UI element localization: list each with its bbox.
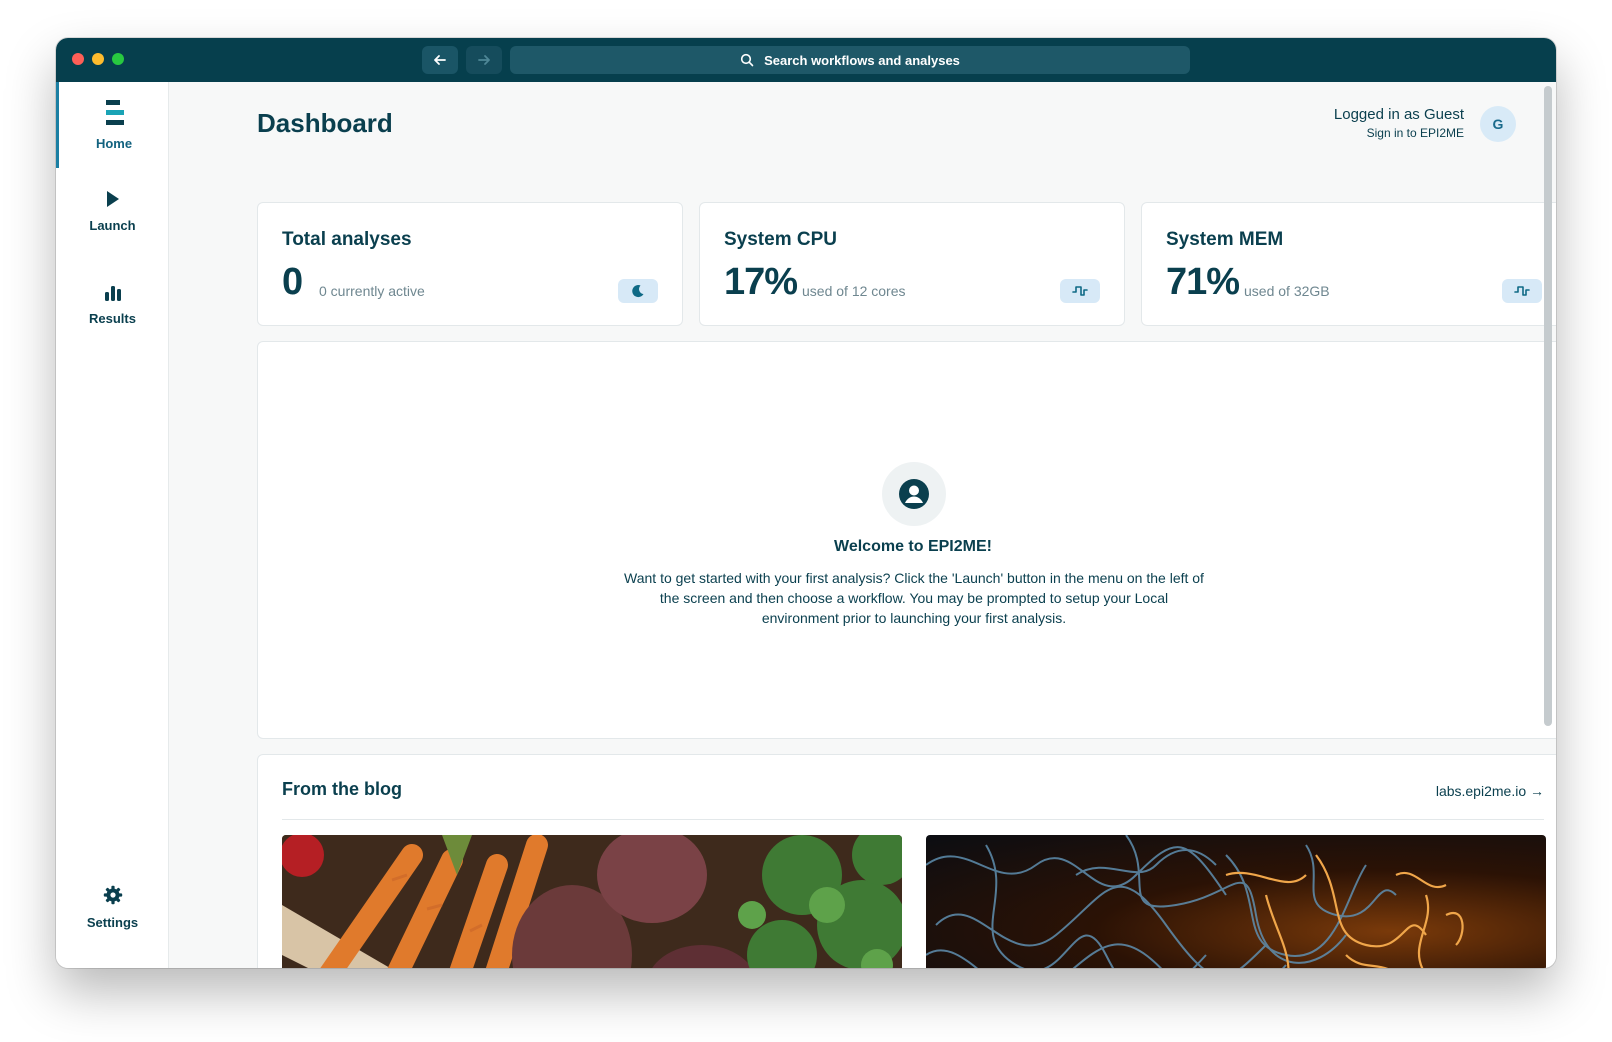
- stat-value: 71%: [1166, 261, 1240, 303]
- bar-chart-icon: [104, 285, 121, 301]
- blog-card: From the blog labs.epi2me.io →: [257, 754, 1556, 968]
- stat-card-total-analyses: Total analyses 0 0 currently active: [257, 202, 683, 326]
- pulse-icon: [1514, 286, 1530, 296]
- sidebar: Home Launch Results Settings: [56, 82, 169, 968]
- minimize-window-button[interactable]: [92, 53, 104, 65]
- back-button[interactable]: [422, 46, 458, 74]
- forward-button[interactable]: [466, 46, 502, 74]
- stat-title: Total analyses: [282, 229, 412, 250]
- blog-title: From the blog: [282, 779, 402, 799]
- maximize-window-button[interactable]: [112, 53, 124, 65]
- sidebar-item-label: Results: [89, 310, 136, 326]
- app-window: Search workflows and analyses Home Launc…: [56, 38, 1556, 968]
- user-info: Logged in as Guest Sign in to EPI2ME: [1334, 106, 1464, 140]
- welcome-icon-container: [882, 462, 946, 526]
- stat-value: 17%: [724, 261, 798, 303]
- sidebar-item-label: Launch: [89, 217, 136, 233]
- arrow-right-icon: [478, 55, 490, 65]
- welcome-title: Welcome to EPI2ME!: [834, 538, 992, 555]
- stat-subtext: used of 32GB: [1244, 283, 1330, 299]
- pulse-icon: [1072, 286, 1088, 296]
- blog-post-image-dna-strands[interactable]: [926, 835, 1546, 968]
- blog-post-image-vegetables[interactable]: [282, 835, 902, 968]
- sidebar-item-results[interactable]: Results: [56, 262, 169, 348]
- epi2me-logo-icon: [106, 99, 124, 125]
- divider: [282, 819, 1544, 820]
- stat-title: System MEM: [1166, 229, 1284, 250]
- sign-in-link[interactable]: Sign in to EPI2ME: [1334, 126, 1464, 140]
- moon-icon: [632, 285, 644, 298]
- stat-badge: [1502, 279, 1542, 303]
- user-circle-icon: [899, 479, 929, 509]
- avatar[interactable]: G: [1480, 106, 1516, 142]
- play-icon: [106, 190, 119, 207]
- search-placeholder: Search workflows and analyses: [764, 52, 960, 68]
- sidebar-item-label: Settings: [86, 914, 139, 930]
- page-title: Dashboard: [257, 108, 393, 138]
- arrow-left-icon: [434, 55, 446, 65]
- main-content: Dashboard Logged in as Guest Sign in to …: [169, 82, 1556, 968]
- vertical-scrollbar[interactable]: [1544, 86, 1552, 726]
- sidebar-item-home[interactable]: Home: [56, 82, 169, 168]
- search-icon: [740, 53, 754, 67]
- welcome-text: Want to get started with your first anal…: [624, 570, 1204, 626]
- dna-strands-illustration: [926, 835, 1464, 968]
- stat-title: System CPU: [724, 229, 837, 250]
- stat-subtext: used of 12 cores: [802, 283, 906, 299]
- stat-card-system-cpu: System CPU 17% used of 12 cores: [699, 202, 1125, 326]
- gear-icon: [103, 885, 122, 904]
- stat-badge: [1060, 279, 1100, 303]
- sidebar-item-launch[interactable]: Launch: [56, 168, 169, 254]
- close-window-button[interactable]: [72, 53, 84, 65]
- blog-link[interactable]: labs.epi2me.io →: [1436, 783, 1544, 799]
- title-bar: Search workflows and analyses: [56, 38, 1556, 82]
- stat-value: 0: [282, 261, 303, 303]
- stat-card-system-mem: System MEM 71% used of 32GB: [1141, 202, 1556, 326]
- sidebar-item-label: Home: [95, 135, 133, 151]
- user-status: Logged in as Guest: [1333, 106, 1464, 123]
- vegetables-illustration: [282, 835, 902, 968]
- welcome-card: Welcome to EPI2ME! Want to get started w…: [257, 341, 1556, 739]
- search-input[interactable]: Search workflows and analyses: [510, 46, 1190, 74]
- stat-badge: [618, 279, 658, 303]
- stat-subtext: 0 currently active: [319, 283, 425, 299]
- sidebar-item-settings[interactable]: Settings: [56, 864, 169, 950]
